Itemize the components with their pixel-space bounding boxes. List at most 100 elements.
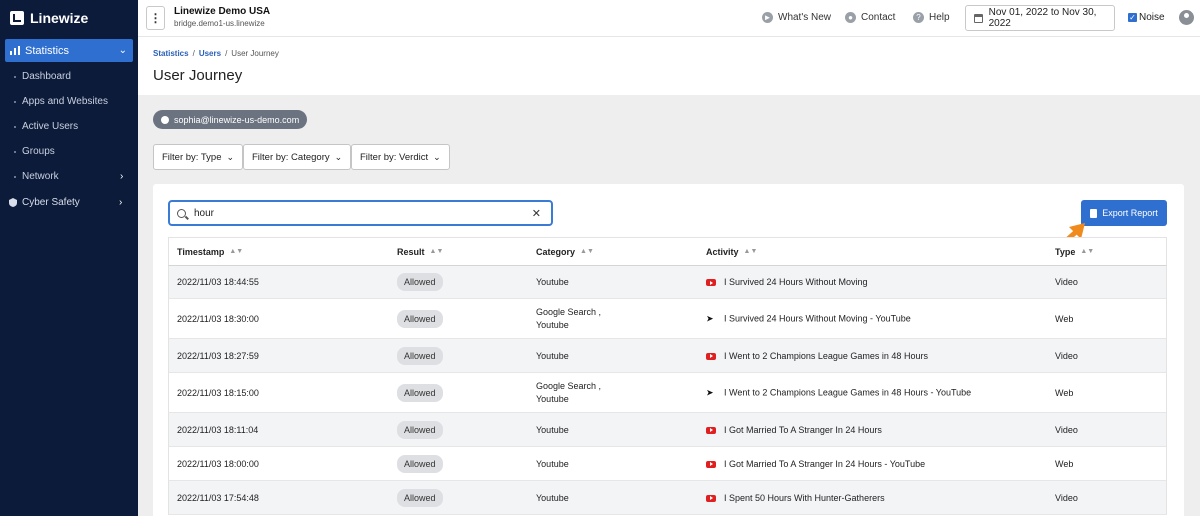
main-content: sophia@linewize-us-demo.com Filter by: T…	[138, 95, 1200, 516]
activity-cell: I Got Married To A Stranger In 24 Hours …	[706, 459, 925, 469]
activity-text: I Survived 24 Hours Without Moving - You…	[724, 312, 911, 323]
search-box[interactable]: ✕	[168, 200, 553, 226]
cursor-icon: ➤	[706, 387, 714, 398]
category-cell: Youtube	[536, 350, 569, 361]
category-cell: Youtube	[536, 277, 569, 287]
column-result[interactable]: Result ▲▼	[397, 247, 443, 257]
table-row[interactable]: 2022/11/03 18:30:00 Allowed Google Searc…	[168, 299, 1167, 339]
column-label: Activity	[706, 246, 739, 257]
column-type[interactable]: Type ▲▼	[1055, 247, 1094, 257]
org-host: bridge.demo1-us.linewize	[174, 19, 265, 28]
contact-link[interactable]: ● Contact	[845, 12, 895, 23]
result-badge: Allowed	[397, 488, 443, 507]
activity-cell: I Survived 24 Hours Without Moving	[706, 277, 868, 287]
journey-table: Timestamp ▲▼ Result ▲▼ Category ▲▼ Activity…	[168, 237, 1167, 515]
timestamp-cell: 2022/11/03 18:15:00	[177, 387, 259, 398]
category-cell: Youtube	[536, 492, 569, 503]
activity-text: I Got Married To A Stranger In 24 Hours …	[724, 458, 926, 469]
chevron-down-icon: ⌄	[334, 151, 343, 162]
help-link[interactable]: ? Help	[913, 12, 950, 23]
sidebar-item-label: Active Users	[22, 121, 79, 132]
bullet-icon	[14, 75, 16, 78]
sidebar-item-label: Groups	[22, 146, 55, 157]
breadcrumb-users[interactable]: Users	[199, 49, 221, 58]
youtube-icon	[706, 494, 716, 502]
user-avatar-icon[interactable]	[1179, 10, 1194, 25]
column-label: Result	[397, 246, 425, 257]
activity-cell: ➤ I Went to 2 Champions League Games in 4…	[706, 387, 971, 398]
table-row[interactable]: 2022/11/03 18:15:00 Allowed Google Searc…	[168, 373, 1167, 413]
chevron-right-icon: ›	[119, 197, 123, 208]
column-category[interactable]: Category ▲▼	[536, 247, 594, 257]
search-input[interactable]	[194, 207, 524, 219]
sidebar-item-label: Apps and Websites	[22, 96, 108, 107]
category-cell: Google Search , Youtube	[536, 380, 601, 406]
filter-category-label: Filter by: Category	[252, 151, 330, 163]
search-icon	[177, 208, 186, 218]
breadcrumb-statistics[interactable]: Statistics	[153, 49, 189, 58]
column-timestamp[interactable]: Timestamp ▲▼	[177, 247, 243, 257]
user-chip: sophia@linewize-us-demo.com	[153, 110, 308, 129]
table-row[interactable]: 2022/11/03 18:11:04 Allowed Youtube I Go…	[168, 413, 1167, 447]
youtube-icon	[706, 460, 716, 468]
result-badge: Allowed	[397, 454, 443, 473]
brand[interactable]: Linewize	[0, 0, 138, 36]
timestamp-cell: 2022/11/03 17:54:48	[177, 492, 259, 503]
result-badge: Allowed	[397, 309, 443, 328]
whats-new-label: What's New	[778, 12, 832, 23]
sidebar-item-network[interactable]: Network ›	[14, 171, 134, 182]
type-cell: Web	[1055, 313, 1074, 324]
noise-label: Noise	[1139, 12, 1165, 23]
sort-icon: ▲▼	[1080, 248, 1095, 255]
chevron-down-icon: ⌄	[433, 151, 441, 162]
close-icon[interactable]: ✕	[532, 207, 541, 220]
document-icon	[1090, 208, 1098, 218]
category-text: Youtube	[536, 319, 569, 330]
result-badge: Allowed	[397, 420, 443, 439]
whats-new-link[interactable]: ► What's New	[762, 12, 831, 23]
page-header: Statistics / Users / User Journey User J…	[138, 37, 1200, 95]
column-label: Type	[1055, 246, 1076, 257]
activity-cell: ➤ I Survived 24 Hours Without Moving - Yo…	[706, 313, 911, 324]
type-cell: Video	[1055, 492, 1078, 503]
activity-cell: I Spent 50 Hours With Hunter-Gatherers	[706, 493, 885, 503]
noise-toggle[interactable]: ✓ Noise	[1128, 12, 1165, 23]
sort-icon: ▲▼	[580, 248, 594, 255]
table-row[interactable]: 2022/11/03 18:00:00 Allowed Youtube I Go…	[168, 447, 1167, 481]
sidebar-item-apps-and-websites[interactable]: Apps and Websites	[14, 96, 108, 107]
timestamp-cell: 2022/11/03 18:00:00	[177, 458, 259, 469]
filter-type-label: Filter by: Type	[162, 151, 222, 163]
user-icon	[161, 115, 169, 124]
sidebar-item-groups[interactable]: Groups	[14, 146, 55, 157]
filter-category-button[interactable]: Filter by: Category ⌄	[243, 144, 352, 170]
table-row[interactable]: 2022/11/03 18:27:59 Allowed Youtube I We…	[168, 339, 1167, 373]
filter-verdict-label: Filter by: Verdict	[360, 151, 429, 163]
category-text: Google Search ,	[536, 306, 602, 317]
timestamp-cell: 2022/11/03 18:44:55	[177, 277, 259, 287]
checkbox-checked-icon[interactable]: ✓	[1128, 13, 1137, 22]
activity-text: I Went to 2 Champions League Games in 48…	[724, 350, 928, 361]
export-report-button[interactable]: Export Report	[1081, 200, 1167, 226]
type-cell: Web	[1055, 458, 1074, 469]
calendar-icon	[974, 13, 983, 23]
type-cell: Video	[1055, 277, 1078, 287]
sidebar-item-cyber-safety[interactable]: Cyber Safety ›	[9, 197, 134, 208]
filter-type-button[interactable]: Filter by: Type ⌄	[153, 144, 244, 170]
date-range-picker[interactable]: Nov 01, 2022 to Nov 30, 2022	[965, 5, 1115, 31]
table-row[interactable]: 2022/11/03 17:54:48 Allowed Youtube I Sp…	[168, 481, 1167, 515]
sidebar-item-active-users[interactable]: Active Users	[14, 121, 78, 132]
type-cell: Video	[1055, 424, 1078, 435]
result-badge: Allowed	[397, 383, 443, 402]
sidebar-item-dashboard[interactable]: Dashboard	[14, 71, 71, 82]
breadcrumb-separator: /	[192, 49, 195, 58]
sort-icon: ▲▼	[229, 248, 244, 255]
table-row[interactable]: 2022/11/03 18:44:55 Allowed Youtube I Su…	[168, 266, 1167, 299]
more-options-button[interactable]: ⋮	[146, 6, 165, 30]
column-activity[interactable]: Activity ▲▼	[706, 247, 757, 257]
bullet-icon	[14, 175, 16, 178]
type-cell: Video	[1055, 350, 1078, 361]
filter-verdict-button[interactable]: Filter by: Verdict ⌄	[351, 144, 450, 170]
chevron-down-icon: ⌄	[226, 151, 235, 162]
activity-text: I Spent 50 Hours With Hunter-Gatherers	[724, 492, 885, 503]
sidebar-item-statistics[interactable]: Statistics ⌄	[5, 39, 133, 62]
